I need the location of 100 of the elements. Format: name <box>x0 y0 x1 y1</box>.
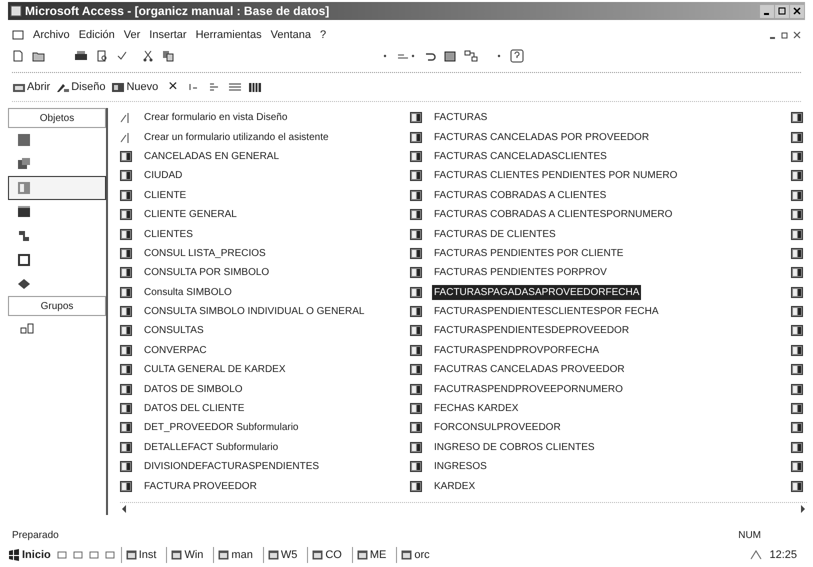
menu-item[interactable]: ? <box>320 26 326 44</box>
list-item[interactable]: DIVISIONDEFACTURASPENDIENTES <box>142 459 322 474</box>
form-icon[interactable] <box>791 112 803 124</box>
minimize-button[interactable] <box>760 4 774 18</box>
form-icon[interactable] <box>791 228 803 240</box>
open-folder-icon[interactable] <box>32 50 46 62</box>
list-item[interactable]: Crear formulario en vista Diseño <box>142 110 290 126</box>
form-icon[interactable] <box>791 384 803 395</box>
list-item[interactable]: INGRESO DE COBROS CLIENTES <box>432 440 597 455</box>
list-item[interactable]: CULTA GENERAL DE KARDEX <box>142 362 288 378</box>
relationships-icon[interactable] <box>464 50 478 62</box>
list-item[interactable]: Consulta SIMBOLO <box>142 284 234 300</box>
group-icon[interactable] <box>20 322 34 334</box>
list-item[interactable]: DATOS DE SIMBOLO <box>142 382 245 397</box>
taskbar-button[interactable]: W5 <box>262 546 302 564</box>
list-item[interactable]: CONSUL LISTA_PRECIOS <box>142 246 268 261</box>
menu-item[interactable]: Archivo <box>33 26 70 44</box>
menu-item[interactable]: Herramientas <box>196 26 262 44</box>
list-item[interactable]: CONSULTA SIMBOLO INDIVIDUAL O GENERAL <box>142 304 366 320</box>
help-icon[interactable] <box>510 49 524 63</box>
sidebar-object[interactable] <box>8 176 106 200</box>
close-button[interactable] <box>790 4 804 18</box>
open-button[interactable]: Abrir <box>12 78 50 96</box>
list-item[interactable]: DATOS DEL CLIENTE <box>142 401 246 416</box>
objects-button[interactable]: Objetos <box>8 108 106 128</box>
taskbar-button[interactable]: Win <box>166 546 208 564</box>
form-icon[interactable] <box>791 442 803 453</box>
list-item[interactable]: FACUTRAS CANCELADAS PROVEEDOR <box>432 362 627 378</box>
list-item[interactable]: CLIENTE <box>142 188 188 203</box>
list-item[interactable]: FACUTRASPENDPROVEEPORNUMERO <box>432 382 625 397</box>
list-item[interactable]: CLIENTE GENERAL <box>142 207 239 222</box>
list-item[interactable]: FACTURA PROVEEDOR <box>142 478 259 494</box>
maximize-button[interactable] <box>775 4 789 18</box>
delete-button[interactable]: × <box>164 79 182 95</box>
dropdown-icon[interactable] <box>382 53 388 59</box>
list-item[interactable]: CIUDAD <box>142 168 184 184</box>
menu-item[interactable]: Ver <box>124 26 140 44</box>
form-icon[interactable] <box>791 286 803 298</box>
list-item[interactable]: FACTURAS DE CLIENTES <box>432 226 558 242</box>
form-icon[interactable] <box>791 364 803 376</box>
list-item[interactable]: CONSULTA POR SIMBOLO <box>142 265 272 280</box>
form-icon[interactable] <box>791 461 803 472</box>
list-item[interactable]: DET_PROVEEDOR Subformulario <box>142 420 300 436</box>
start-button[interactable]: Inicio <box>8 546 51 564</box>
form-icon[interactable] <box>791 170 803 182</box>
menu-item[interactable]: Edición <box>78 26 115 44</box>
list-item[interactable]: FACTURASPENDIENTESCLIENTESPOR FECHA <box>432 304 660 320</box>
taskbar-button[interactable]: CO <box>307 546 346 564</box>
form-icon[interactable] <box>791 422 803 434</box>
horizontal-scrollbar[interactable] <box>120 502 807 515</box>
form-icon[interactable] <box>791 150 803 162</box>
form-icon[interactable] <box>791 132 803 143</box>
menu-item[interactable]: Ventana <box>270 26 311 44</box>
list-item[interactable]: CANCELADAS EN GENERAL <box>142 148 282 164</box>
list-item[interactable]: FACTURASPENDPROVPORFECHA <box>432 342 602 358</box>
form-icon[interactable] <box>791 306 803 318</box>
form-icon[interactable] <box>791 267 803 278</box>
list-item[interactable]: FACTURAS CANCELADASCLIENTES <box>432 148 609 164</box>
list-item[interactable]: FECHAS KARDEX <box>432 401 520 416</box>
form-icon[interactable] <box>791 190 803 201</box>
list-item[interactable]: FACTURAS COBRADAS A CLIENTESPORNUMERO <box>432 207 674 222</box>
large-icons-icon[interactable] <box>248 81 262 93</box>
list-item[interactable]: FORCONSULPROVEEDOR <box>432 420 563 436</box>
restore-icon[interactable] <box>781 31 789 39</box>
details-view-icon[interactable] <box>228 81 242 93</box>
design-button[interactable]: Diseño <box>56 78 106 96</box>
form-icon[interactable] <box>791 480 803 492</box>
list-item[interactable]: KARDEX <box>432 478 478 494</box>
list-item[interactable]: FACTURAS CANCELADAS POR PROVEEDOR <box>432 130 652 145</box>
form-icon[interactable] <box>791 344 803 356</box>
list-item[interactable]: FACTURAS PENDIENTES POR CLIENTE <box>432 246 626 261</box>
list-item[interactable]: INGRESOS <box>432 459 489 474</box>
list-item[interactable]: Crear un formulario utilizando el asistente <box>142 130 331 145</box>
scissors-icon[interactable] <box>142 50 154 62</box>
form-icon[interactable] <box>791 403 803 414</box>
taskbar-button[interactable]: man <box>213 546 257 564</box>
scroll-left-icon[interactable] <box>120 504 128 514</box>
list-item[interactable]: FACTURAS COBRADAS A CLIENTES <box>432 188 608 203</box>
dropdown-icon[interactable] <box>496 53 502 59</box>
new-file-icon[interactable] <box>12 50 24 62</box>
groups-button[interactable]: Grupos <box>8 296 106 316</box>
printer-icon[interactable] <box>74 50 88 62</box>
list-item[interactable]: FACTURAS CLIENTES PENDIENTES POR NUMERO <box>432 168 680 184</box>
form-icon[interactable] <box>791 209 803 220</box>
list-item[interactable]: FACTURAS PENDIENTES PORPROV <box>432 265 609 280</box>
list-item[interactable]: FACTURAS <box>432 110 490 126</box>
list-item[interactable]: DETALLEFACT Subformulario <box>142 440 280 455</box>
close-icon[interactable] <box>793 31 801 39</box>
list-item[interactable]: CONSULTAS <box>142 323 206 338</box>
new-button[interactable]: Nuevo <box>111 78 158 96</box>
list-item[interactable]: FACTURASPENDIENTESDEPROVEEDOR <box>432 323 632 338</box>
scroll-right-icon[interactable] <box>799 504 807 514</box>
list-item[interactable]: CONVERPAC <box>142 342 209 358</box>
taskbar-button[interactable]: orc <box>396 546 434 564</box>
list-item[interactable]: FACTURASPAGADASAPROVEEDORFECHA <box>432 284 642 300</box>
print-preview-icon[interactable] <box>96 50 108 62</box>
taskbar-button[interactable]: ME <box>352 546 390 564</box>
taskbar-button[interactable]: Inst <box>120 546 160 564</box>
menu-item[interactable]: Insertar <box>149 26 187 44</box>
form-icon[interactable] <box>791 325 803 336</box>
